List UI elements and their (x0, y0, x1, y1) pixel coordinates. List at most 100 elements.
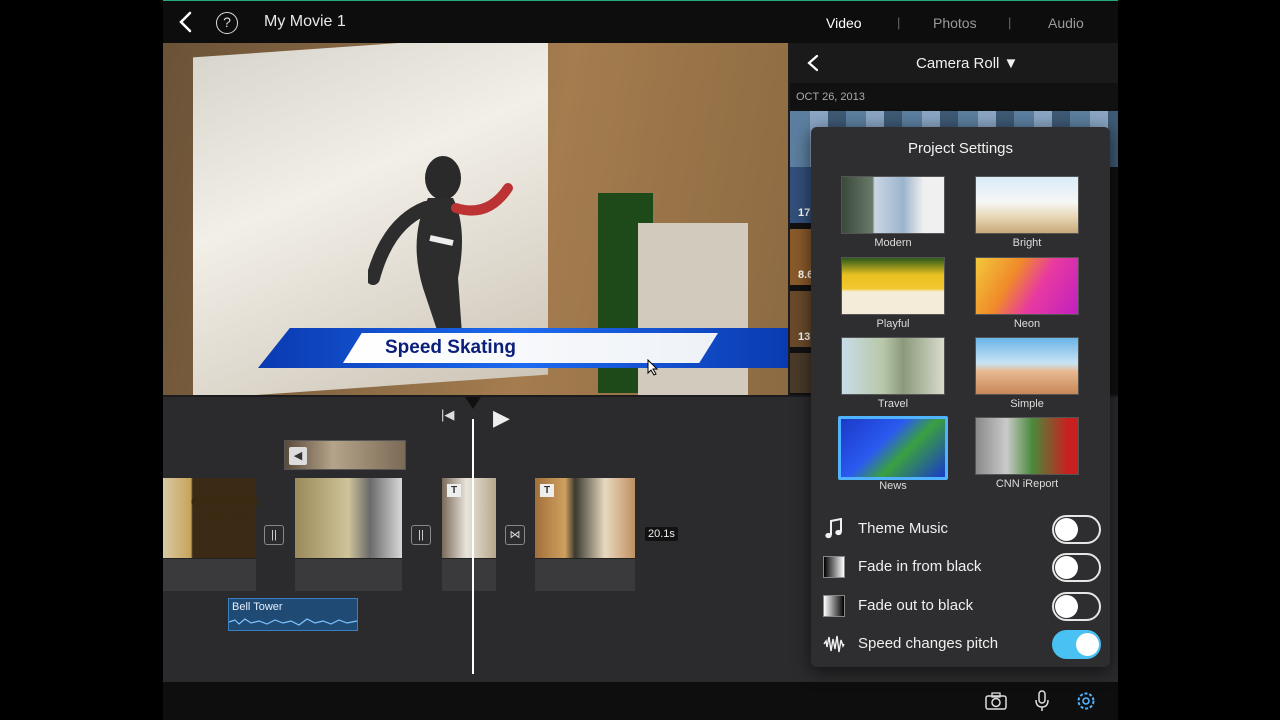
playhead-marker (465, 397, 481, 409)
theme-bright[interactable]: Bright (975, 176, 1079, 254)
project-settings-popover: Project Settings Modern Bright Playful N… (811, 127, 1110, 667)
clip-audio-waveform (442, 558, 496, 591)
theme-modern[interactable]: Modern (841, 176, 945, 254)
news-title-overlay[interactable]: Speed Skating (258, 328, 788, 368)
theme-label: News (879, 480, 907, 492)
title-text: Speed Skating (385, 337, 516, 358)
media-thumbnail[interactable] (790, 353, 812, 393)
media-browser-header: Camera Roll ▼ (790, 43, 1118, 83)
timeline-clip[interactable] (295, 478, 402, 591)
clip-audio-waveform (535, 558, 635, 591)
option-label: Fade out to black (858, 597, 974, 614)
mouse-cursor-icon (647, 359, 659, 376)
option-label: Theme Music (858, 520, 949, 537)
thumbnail-duration: 17 (798, 207, 811, 219)
theme-thumbnail (841, 176, 945, 234)
theme-thumbnail (975, 337, 1079, 395)
top-bar: ? My Movie 1 Video | Photos | Audio (163, 0, 1118, 43)
fade-in-toggle[interactable] (1052, 553, 1101, 582)
toggle-knob (1076, 633, 1099, 656)
toggle-knob (1055, 518, 1078, 541)
option-label: Speed changes pitch (858, 635, 999, 652)
option-fade-in: Fade in from black (823, 552, 1103, 582)
tab-photos[interactable]: Photos (933, 15, 977, 31)
clip-duration-badge: 20.1s (645, 527, 678, 541)
project-title: My Movie 1 (264, 13, 346, 30)
fade-out-toggle[interactable] (1052, 592, 1101, 621)
theme-thumbnail (975, 257, 1079, 315)
speed-pitch-toggle[interactable] (1052, 630, 1101, 659)
playhead[interactable] (472, 419, 474, 674)
back-chevron-icon[interactable] (177, 11, 195, 33)
theme-cnn-ireport[interactable]: CNN iReport (975, 417, 1079, 495)
transition-icon[interactable]: || (264, 525, 284, 545)
theme-label: CNN iReport (995, 478, 1059, 490)
camera-icon[interactable] (984, 690, 1008, 712)
audio-waveform-icon (229, 618, 357, 626)
theme-music-toggle[interactable] (1052, 515, 1101, 544)
tab-divider: | (897, 15, 901, 30)
theme-simple[interactable]: Simple (975, 337, 1079, 415)
clip-sign-text: COMPUTER LAB B03 (191, 495, 260, 522)
timeline-clip[interactable]: T (442, 478, 496, 591)
clip-thumbnail: T (442, 478, 496, 558)
theme-thumbnail (975, 176, 1079, 234)
theme-neon[interactable]: Neon (975, 257, 1079, 335)
title-badge-icon: T (540, 484, 554, 497)
clip-thumbnail: T (535, 478, 635, 558)
help-icon[interactable]: ? (216, 12, 238, 34)
fade-in-icon (823, 556, 845, 578)
transition-icon[interactable]: || (411, 525, 431, 545)
music-note-icon (825, 518, 842, 539)
thumbnail-duration: 13 (798, 331, 811, 343)
theme-thumbnail (975, 417, 1079, 475)
option-speed-pitch: Speed changes pitch (823, 629, 1103, 659)
toggle-knob (1055, 556, 1078, 579)
video-viewer[interactable]: Speed Skating (163, 43, 788, 395)
option-theme-music: Theme Music (823, 514, 1103, 544)
theme-label: Modern (874, 237, 912, 249)
back-chevron-icon[interactable] (806, 54, 820, 72)
clip-audio-waveform (295, 558, 402, 591)
tab-video[interactable]: Video (826, 15, 862, 31)
media-thumbnail[interactable]: 8.6 (790, 229, 813, 285)
media-thumbnail[interactable]: 17 (790, 167, 812, 223)
clip-audio-waveform (163, 558, 256, 591)
gear-icon[interactable] (1074, 690, 1098, 712)
option-label: Fade in from black (858, 558, 982, 575)
theme-label: Simple (1010, 398, 1044, 410)
media-thumbnail[interactable]: 13 (790, 291, 812, 347)
tab-divider: | (1008, 15, 1012, 30)
theme-label: Playful (876, 318, 910, 330)
transition-icon[interactable]: ⋈ (505, 525, 525, 545)
theme-playful[interactable]: Playful (841, 257, 945, 335)
timeline-clip[interactable]: T (535, 478, 635, 591)
theme-travel[interactable]: Travel (841, 337, 945, 415)
theme-thumbnail (841, 337, 945, 395)
clip-thumbnail (295, 478, 402, 558)
fade-out-icon (823, 595, 845, 617)
microphone-icon[interactable] (1030, 690, 1054, 712)
title-badge-icon: T (447, 484, 461, 497)
theme-label: Travel (877, 398, 909, 410)
theme-label: Neon (1013, 318, 1041, 330)
theme-thumbnail (838, 416, 948, 480)
theme-news[interactable]: News (838, 416, 948, 494)
project-settings-title: Project Settings (907, 140, 1014, 157)
cutaway-clip[interactable]: ◀ (284, 440, 406, 470)
audio-clip-label: Bell Tower (232, 601, 283, 613)
waveform-icon (823, 635, 845, 653)
media-date: OCT 26, 2013 (796, 91, 865, 103)
timeline-clip[interactable]: COMPUTER LAB B03 (163, 478, 260, 591)
option-fade-out: Fade out to black (823, 591, 1103, 621)
clip-thumbnail: COMPUTER LAB B03 (163, 478, 260, 558)
rewind-icon[interactable]: |◀ (441, 407, 454, 423)
theme-thumbnail (841, 257, 945, 315)
audio-clip[interactable]: Bell Tower (228, 598, 358, 631)
toggle-knob (1055, 595, 1078, 618)
muted-speaker-icon: ◀ (289, 447, 307, 465)
bottom-toolbar (163, 682, 1118, 720)
tab-audio[interactable]: Audio (1048, 15, 1084, 31)
play-icon[interactable]: ▶ (493, 405, 510, 431)
camera-roll-dropdown[interactable]: Camera Roll ▼ (916, 55, 1018, 72)
